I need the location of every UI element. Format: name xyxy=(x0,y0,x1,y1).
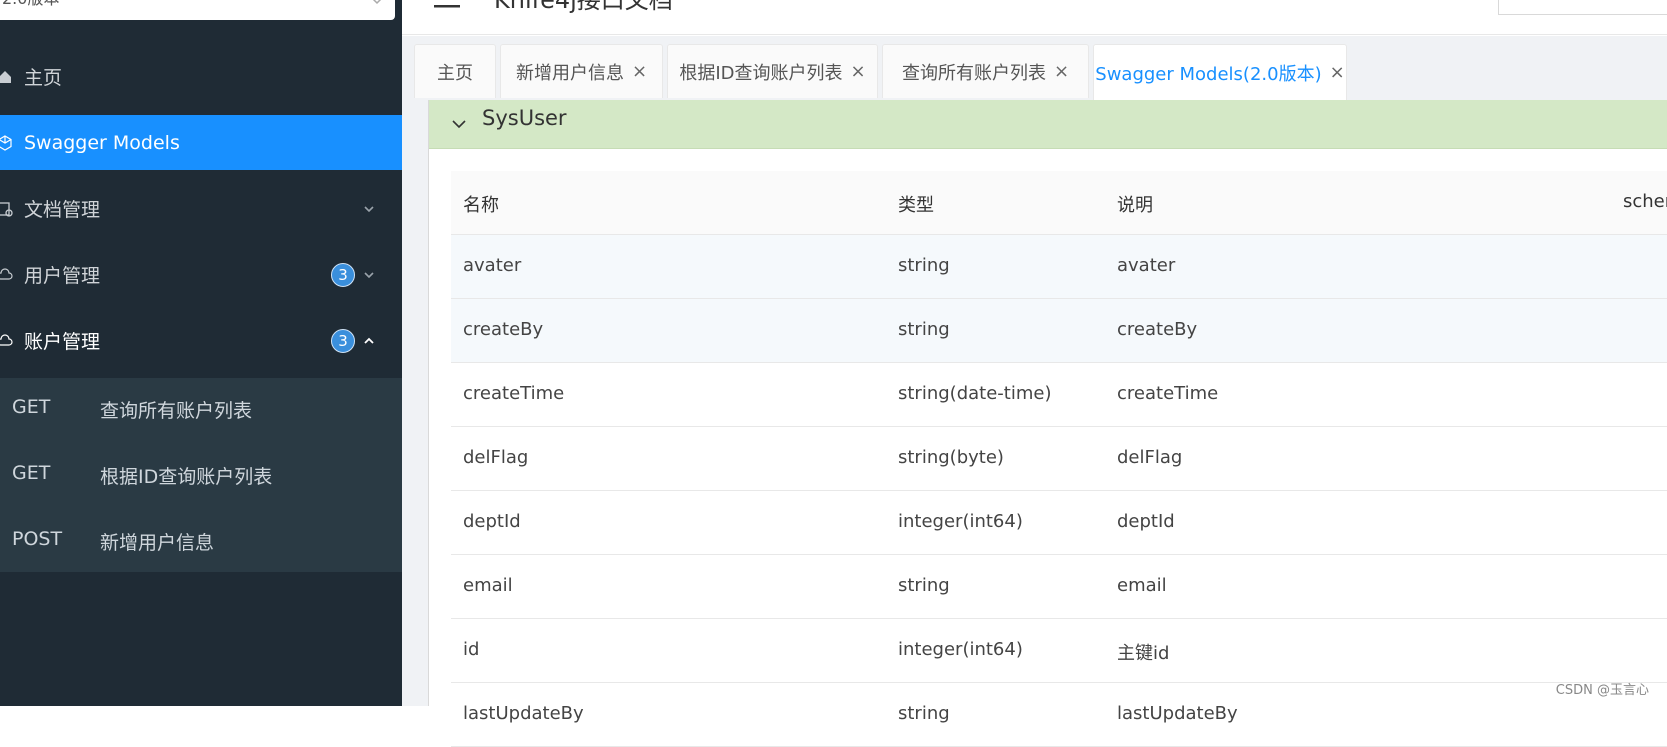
column-header: 名称 xyxy=(463,195,499,216)
menu-toggle-icon[interactable] xyxy=(434,0,460,8)
chevron-down-icon xyxy=(362,265,378,281)
api-item-list-all-accounts[interactable]: GET 查询所有账户列表 xyxy=(0,378,402,440)
field-desc: createTime xyxy=(1117,383,1219,404)
table-row: deptId integer(int64) deptId xyxy=(451,491,1667,555)
sidebar-item-account-manage[interactable]: 账户管理 3 xyxy=(0,313,402,368)
field-desc: lastUpdateBy xyxy=(1117,703,1238,724)
top-header: Knife4j接口文档 xyxy=(402,0,1667,35)
table-row: createTime string(date-time) createTime xyxy=(451,363,1667,427)
close-icon[interactable]: × xyxy=(851,61,866,82)
tabs-bar: 主页 新增用户信息 × 根据ID查询账户列表 × 查询所有账户列表 × Swag… xyxy=(402,36,1667,100)
table-row: id integer(int64) 主键id xyxy=(451,619,1667,683)
field-desc: delFlag xyxy=(1117,447,1183,468)
tab-label: 主页 xyxy=(437,62,473,84)
column-header: schema xyxy=(1623,191,1667,212)
sidebar-item-swagger-models[interactable]: Swagger Models xyxy=(0,115,402,170)
version-select[interactable]: 2.0版本 xyxy=(0,0,395,20)
http-method: POST xyxy=(12,528,63,550)
api-item-get-account-by-id[interactable]: GET 根据ID查询账户列表 xyxy=(0,444,402,506)
field-name: createBy xyxy=(463,319,544,340)
chevron-down-icon xyxy=(362,199,378,215)
tab-label: 新增用户信息 xyxy=(515,62,624,84)
api-name: 查询所有账户列表 xyxy=(100,400,253,422)
sidebar-item-home[interactable]: 主页 xyxy=(0,49,402,104)
api-name: 根据ID查询账户列表 xyxy=(100,466,273,488)
field-desc: avater xyxy=(1117,255,1176,276)
field-type: integer(int64) xyxy=(898,639,1023,660)
table-row: delFlag string(byte) delFlag xyxy=(451,427,1667,491)
close-icon[interactable]: × xyxy=(1054,61,1069,82)
watermark: CSDN @玉言心 xyxy=(1555,683,1649,698)
column-header: 类型 xyxy=(898,195,934,216)
table-row: lastUpdateBy string lastUpdateBy xyxy=(451,683,1667,747)
field-desc: deptId xyxy=(1117,511,1175,532)
tab-label: Swagger Models(2.0版本) xyxy=(1095,63,1322,85)
sidebar-item-user-manage[interactable]: 用户管理 3 xyxy=(0,247,402,302)
field-name: avater xyxy=(463,255,522,276)
table-row: avater string avater xyxy=(451,235,1667,299)
count-badge: 3 xyxy=(331,263,355,287)
chevron-down-icon xyxy=(451,116,467,132)
sidebar: 2.0版本 主页 Swagger Models 文档管理 用户管理 3 xyxy=(0,0,402,706)
close-icon[interactable]: × xyxy=(632,61,647,82)
sidebar-item-label: 账户管理 xyxy=(24,331,101,353)
cloud-icon xyxy=(0,266,14,284)
version-select-value: 2.0版本 xyxy=(2,0,59,8)
main-content: SysUser 名称 类型 说明 schema avater string av… xyxy=(402,100,1667,747)
sidebar-item-label: 用户管理 xyxy=(24,265,101,287)
close-icon[interactable]: × xyxy=(1330,62,1345,83)
column-header: 说明 xyxy=(1117,195,1153,216)
field-desc: createBy xyxy=(1117,319,1198,340)
field-type: string xyxy=(898,255,950,276)
cube-icon xyxy=(0,134,14,152)
field-type: string(byte) xyxy=(898,447,1004,468)
tab-add-user[interactable]: 新增用户信息 × xyxy=(500,44,663,98)
field-name: delFlag xyxy=(463,447,529,468)
api-name: 新增用户信息 xyxy=(100,532,215,554)
tab-home[interactable]: 主页 xyxy=(414,44,496,98)
tab-list-all-accounts[interactable]: 查询所有账户列表 × xyxy=(882,44,1089,98)
field-name: id xyxy=(463,639,480,660)
field-type: string xyxy=(898,703,950,724)
api-item-add-user[interactable]: POST 新增用户信息 xyxy=(0,510,402,572)
sidebar-item-doc-manage[interactable]: 文档管理 xyxy=(0,181,402,236)
tab-label: 根据ID查询账户列表 xyxy=(679,62,843,84)
http-method: GET xyxy=(12,396,51,418)
field-desc: email xyxy=(1117,575,1167,596)
field-name: deptId xyxy=(463,511,521,532)
table-header-row: 名称 类型 说明 schema xyxy=(451,171,1667,235)
doc-manage-icon xyxy=(0,200,14,218)
chevron-down-icon xyxy=(371,0,383,14)
field-name: email xyxy=(463,575,513,596)
field-type: integer(int64) xyxy=(898,511,1023,532)
table-row: createBy string createBy xyxy=(451,299,1667,363)
http-method: GET xyxy=(12,462,51,484)
sidebar-item-label: 文档管理 xyxy=(24,199,101,221)
sidebar-item-label: Swagger Models xyxy=(24,131,180,154)
field-desc: 主键id xyxy=(1117,643,1170,664)
field-name: lastUpdateBy xyxy=(463,703,584,724)
field-type: string xyxy=(898,319,950,340)
account-submenu: GET 查询所有账户列表 GET 根据ID查询账户列表 POST 新增用户信息 xyxy=(0,378,402,572)
field-name: createTime xyxy=(463,383,565,404)
tab-swagger-models[interactable]: Swagger Models(2.0版本) × xyxy=(1093,44,1347,100)
tab-label: 查询所有账户列表 xyxy=(901,62,1046,84)
model-header[interactable]: SysUser xyxy=(429,100,1667,149)
tab-get-account-by-id[interactable]: 根据ID查询账户列表 × xyxy=(667,44,878,98)
page-title: Knife4j接口文档 xyxy=(494,0,673,14)
model-panel: SysUser 名称 类型 说明 schema avater string av… xyxy=(428,100,1667,747)
count-badge: 3 xyxy=(331,329,355,353)
field-type: string(date-time) xyxy=(898,383,1052,404)
sidebar-item-label: 主页 xyxy=(24,67,63,89)
model-name: SysUser xyxy=(482,106,567,130)
model-table: 名称 类型 说明 schema avater string avater cre… xyxy=(451,171,1667,747)
cloud-icon xyxy=(0,332,14,350)
chevron-up-icon xyxy=(362,331,378,347)
search-input[interactable] xyxy=(1498,0,1667,15)
field-type: string xyxy=(898,575,950,596)
home-icon xyxy=(0,68,14,86)
table-row: email string email xyxy=(451,555,1667,619)
